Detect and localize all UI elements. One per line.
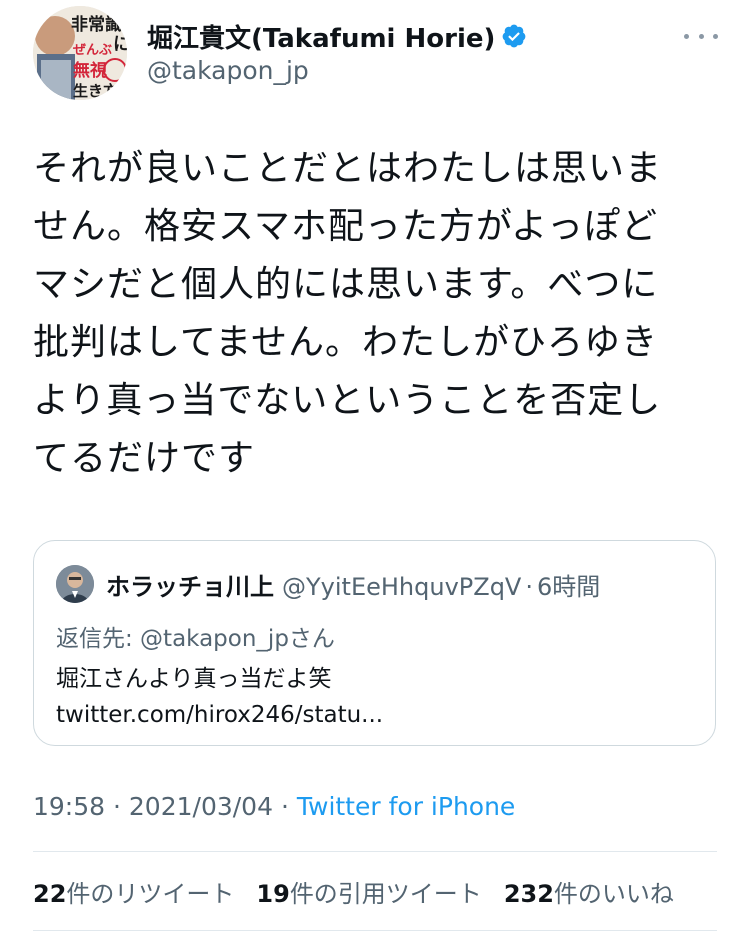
tweet-stats: 22件のリツイート 19件の引用ツイート 232件のいいね: [33, 874, 674, 909]
quotes-count: 19: [256, 880, 290, 908]
author-handle[interactable]: @takapon_jp: [147, 56, 309, 85]
more-dot: [684, 33, 689, 39]
author-avatar-image: 非常識 に ぜんぶ 無視 生き方: [33, 6, 127, 100]
meta-separator: ·: [280, 792, 289, 821]
avatar-text-5: に: [113, 34, 127, 55]
avatar-text-2: ぜんぶ: [73, 43, 112, 58]
tweet-meta: 19:58 · 2021/03/04 · Twitter for iPhone: [33, 792, 515, 821]
quotes-stat[interactable]: 19件の引用ツイート: [256, 874, 481, 909]
more-dot: [713, 33, 718, 39]
quoted-tweet[interactable]: ホラッチョ川上 @YyitEeHhquvPZqV · 6時間 返信先: @tak…: [33, 540, 716, 746]
more-dot: [698, 33, 704, 39]
avatar-text-1: 非常識: [71, 14, 122, 35]
likes-count: 232: [503, 880, 554, 908]
tweet-text: それが良いことだとはわたしは思いま せん。格安スマホ配った方がよっぽど マシだと…: [33, 148, 663, 479]
tweet-date[interactable]: 2021/03/04: [129, 792, 273, 821]
quoted-author-name[interactable]: ホラッチョ川上: [106, 567, 274, 602]
avatar-text-4: 生き方: [73, 82, 118, 100]
retweets-stat[interactable]: 22件のリツイート: [33, 874, 234, 909]
tweet-detail: 非常識 に ぜんぶ 無視 生き方 堀江貴文(Takafumi Horie) @t…: [0, 0, 750, 936]
quoted-separator: ·: [525, 573, 533, 601]
likes-stat[interactable]: 232件のいいね: [504, 874, 674, 909]
more-options-icon[interactable]: [684, 24, 718, 48]
retweets-label: 件のリツイート: [66, 880, 235, 908]
quoted-text: 堀江さんより真っ当だよ笑 twitter.com/hirox246/statu.…: [56, 666, 384, 728]
meta-separator: ·: [113, 792, 121, 821]
tweet-source-link[interactable]: Twitter for iPhone: [297, 792, 515, 821]
divider: [33, 851, 717, 852]
author-avatar[interactable]: 非常識 に ぜんぶ 無視 生き方: [33, 6, 127, 100]
quoted-author-handle[interactable]: @YyitEeHhquvPZqV: [282, 573, 521, 601]
tweet-time[interactable]: 19:58: [33, 792, 105, 821]
author-display-name[interactable]: 堀江貴文(Takafumi Horie): [147, 18, 495, 55]
quoted-reply-to: 返信先: @takapon_jpさん: [56, 626, 335, 652]
avatar-text-3: 無視: [73, 60, 107, 81]
divider: [33, 930, 717, 931]
quotes-label: 件の引用ツイート: [289, 880, 482, 908]
retweets-count: 22: [33, 880, 67, 908]
verified-badge-icon: [503, 24, 526, 48]
quoted-avatar-image: [56, 565, 94, 603]
quoted-timestamp[interactable]: 6時間: [537, 567, 600, 602]
likes-label: 件のいいね: [553, 880, 674, 908]
quoted-header: ホラッチョ川上 @YyitEeHhquvPZqV · 6時間: [106, 567, 600, 602]
author-name-row[interactable]: 堀江貴文(Takafumi Horie): [147, 16, 527, 56]
quoted-author-avatar[interactable]: [56, 565, 94, 603]
